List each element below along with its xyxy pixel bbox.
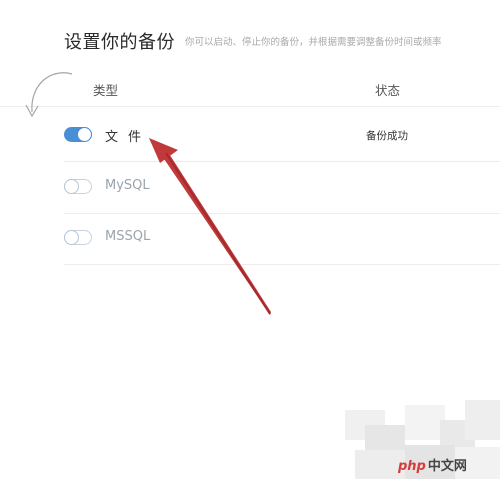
watermark-suffix: 中文网 <box>427 459 467 474</box>
watermark-logo: php 中文网 <box>398 455 467 474</box>
refresh-curve-arrow-icon <box>25 72 73 118</box>
watermark-brand: php <box>398 459 426 474</box>
annotation-arrow-icon <box>149 138 271 315</box>
